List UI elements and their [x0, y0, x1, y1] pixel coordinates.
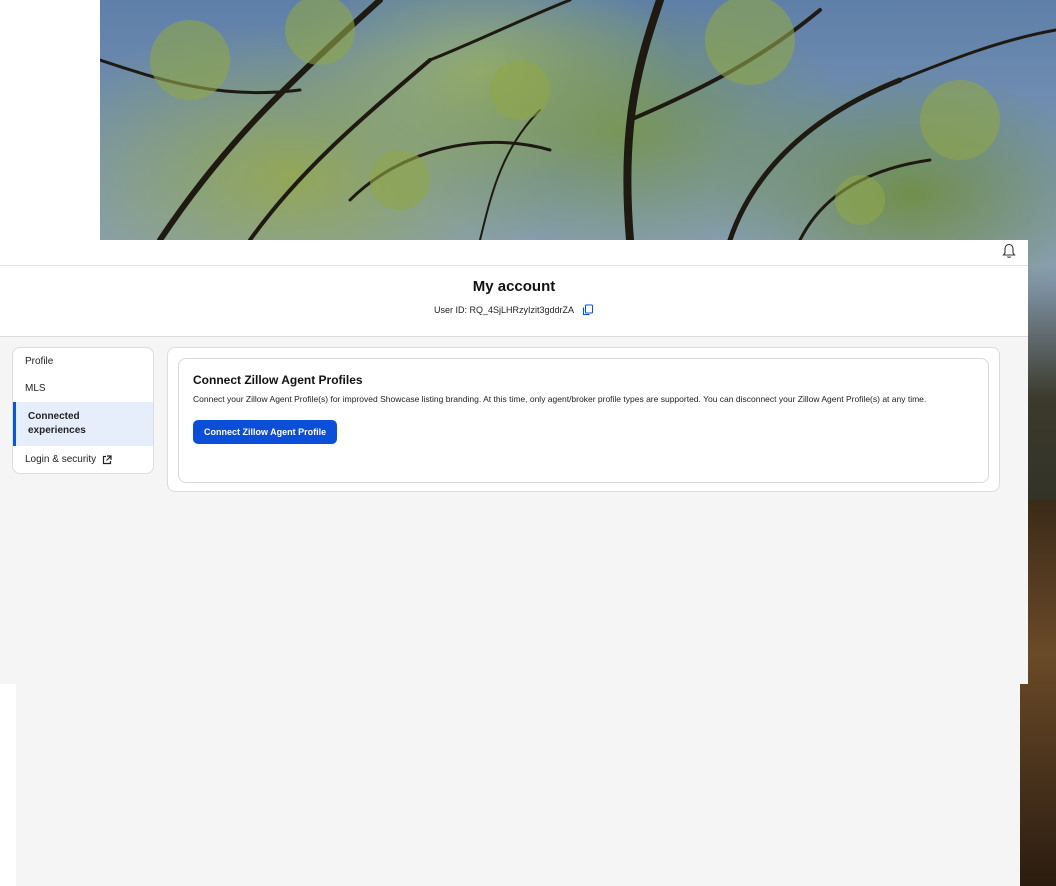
sidebar-item-label: Profile [25, 356, 54, 367]
copy-icon[interactable] [582, 304, 594, 316]
bell-icon[interactable] [1002, 243, 1016, 259]
top-bar [0, 240, 1028, 266]
sidebar-item-label: MLS [25, 383, 46, 394]
user-id-row: User ID: RQ_4SjLHRzyIzit3gddrZA [0, 304, 1028, 316]
lower-blank-area [16, 684, 1020, 886]
connect-zillow-button[interactable]: Connect Zillow Agent Profile [193, 420, 338, 444]
sidebar-item-mls[interactable]: MLS [13, 375, 153, 402]
sidebar-item-login-security[interactable]: Login & security [13, 446, 153, 473]
main-content: Connect Zillow Agent Profiles Connect yo… [167, 347, 1000, 492]
page-title: My account [472, 278, 556, 295]
user-id-text: User ID: RQ_4SjLHRzyIzit3gddrZA [433, 305, 575, 315]
card-title: Connect Zillow Agent Profiles [193, 373, 363, 387]
card-description: Connect your Zillow Agent Profile(s) for… [193, 394, 927, 404]
account-panel: My account User ID: RQ_4SjLHRzyIzit3gddr… [0, 240, 1028, 684]
zillow-connect-card: Connect Zillow Agent Profiles Connect yo… [178, 358, 989, 483]
sidebar-item-label: Connected experiences [28, 411, 86, 436]
account-sidebar: Profile MLS Connected experiences Login … [12, 347, 154, 474]
sidebar-item-connected-experiences[interactable]: Connected experiences [13, 402, 153, 446]
account-header: My account User ID: RQ_4SjLHRzyIzit3gddr… [0, 266, 1028, 337]
sidebar-item-label: Login & security [25, 454, 97, 465]
sidebar-item-profile[interactable]: Profile [13, 348, 153, 375]
external-link-icon [103, 454, 112, 464]
